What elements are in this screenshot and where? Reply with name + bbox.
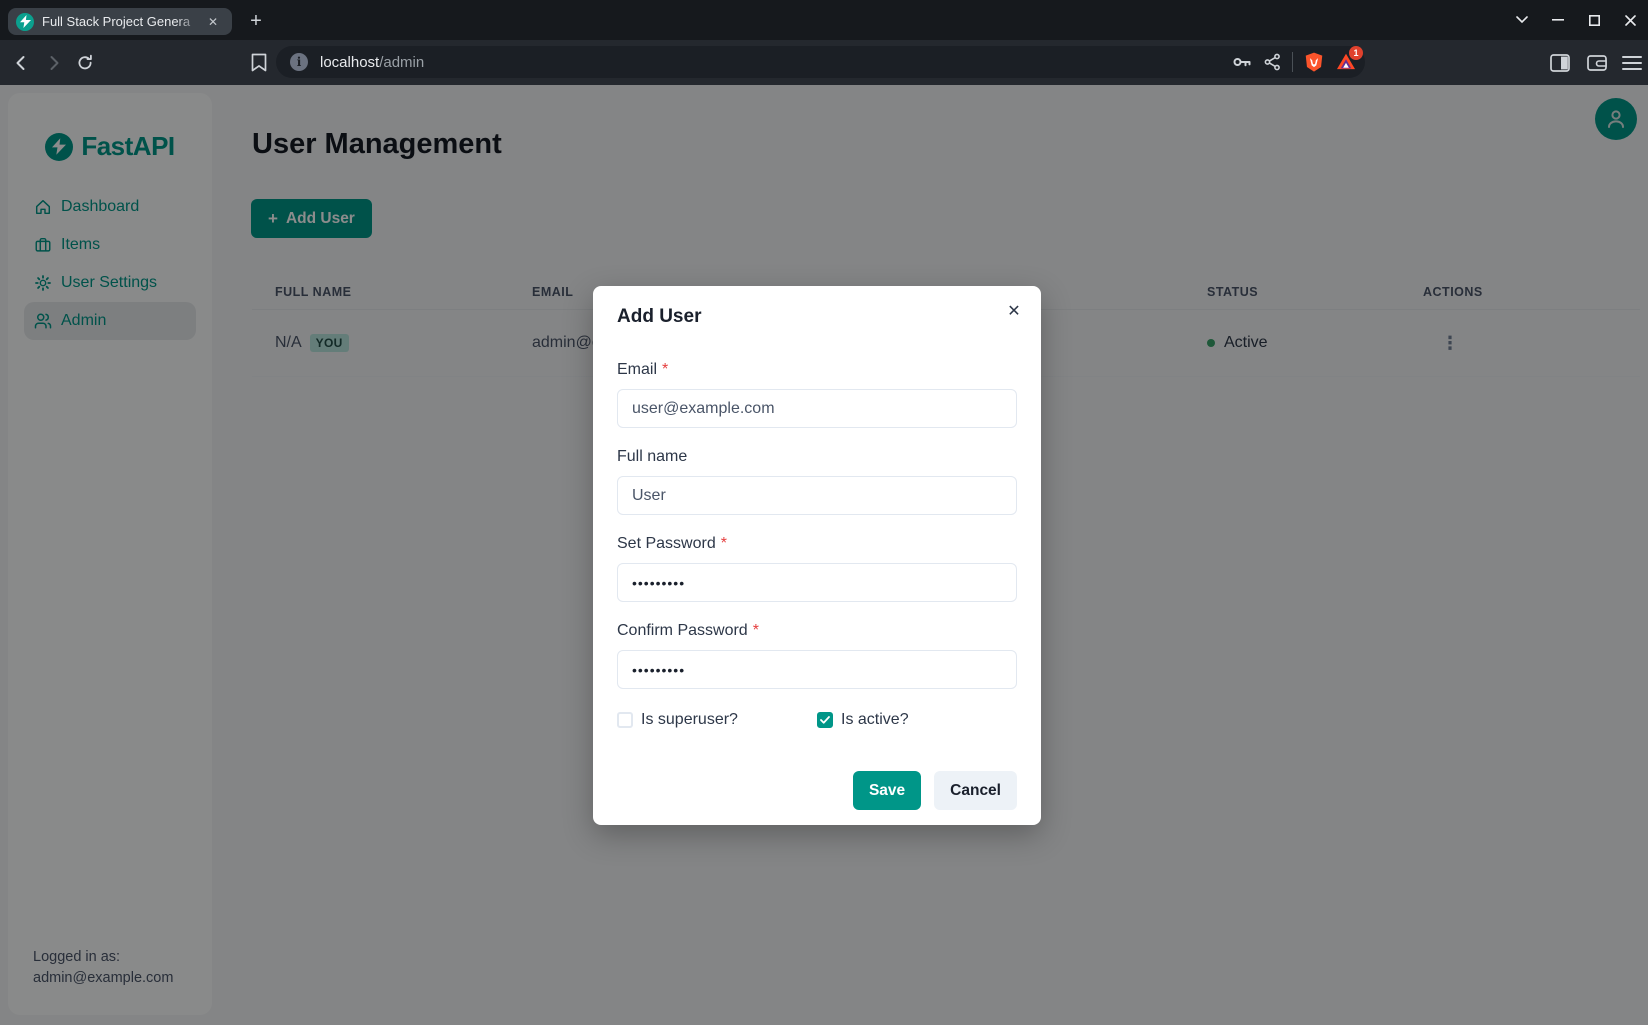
required-asterisk: * (753, 622, 759, 639)
address-bar[interactable]: i localhost/admin 1 (276, 46, 1365, 78)
brave-shields-icon[interactable] (1303, 51, 1325, 73)
url-text: localhost/admin (320, 54, 424, 71)
bookmarks-icon[interactable] (243, 40, 275, 85)
add-user-modal: Add User ✕ Email* Full name Set Password… (593, 286, 1041, 825)
page-viewport: FastAPI Dashboard Items (0, 85, 1648, 1025)
reload-button[interactable] (69, 40, 101, 85)
save-button[interactable]: Save (853, 771, 921, 810)
browser-window: Full Stack Project Genera ✕ + (0, 0, 1648, 1025)
add-user-form: Email* Full name Set Password* Confirm P… (617, 361, 1017, 810)
required-asterisk: * (721, 535, 727, 552)
new-tab-button[interactable]: + (242, 8, 270, 35)
close-window-button[interactable] (1612, 0, 1648, 40)
browser-tab[interactable]: Full Stack Project Genera ✕ (8, 8, 232, 35)
back-button[interactable] (5, 40, 37, 85)
modal-title: Add User (617, 306, 1017, 328)
full-name-label: Full name (617, 448, 687, 465)
full-name-field[interactable] (617, 476, 1017, 515)
rewards-badge: 1 (1349, 46, 1363, 60)
forward-button[interactable] (38, 40, 70, 85)
tab-close-icon[interactable]: ✕ (204, 13, 222, 31)
checkbox-row: Is superuser? Is active? (617, 711, 1017, 729)
confirm-password-label: Confirm Password* (617, 622, 759, 639)
minimize-button[interactable] (1540, 0, 1576, 40)
close-icon[interactable]: ✕ (1001, 298, 1027, 324)
share-icon[interactable] (1263, 52, 1282, 72)
tab-title: Full Stack Project Genera (42, 14, 202, 29)
checkbox-checked-icon (817, 712, 833, 728)
required-asterisk: * (662, 361, 668, 378)
tab-bar: Full Stack Project Genera ✕ + (0, 0, 1648, 40)
modal-footer: Save Cancel (617, 771, 1017, 810)
key-icon[interactable] (1232, 52, 1253, 72)
cancel-button[interactable]: Cancel (934, 771, 1017, 810)
is-superuser-checkbox[interactable]: Is superuser? (617, 711, 817, 729)
site-info-icon[interactable]: i (290, 53, 308, 71)
favicon-icon (16, 13, 34, 31)
maximize-button[interactable] (1576, 0, 1612, 40)
browser-toolbar: i localhost/admin 1 (0, 40, 1648, 85)
email-label: Email* (617, 361, 668, 378)
email-field[interactable] (617, 389, 1017, 428)
wallet-icon[interactable] (1581, 40, 1613, 85)
set-password-label: Set Password* (617, 535, 727, 552)
brave-rewards-icon[interactable]: 1 (1335, 51, 1357, 73)
is-active-checkbox[interactable]: Is active? (817, 711, 1017, 729)
confirm-password-field[interactable] (617, 650, 1017, 689)
set-password-field[interactable] (617, 563, 1017, 602)
checkbox-unchecked-icon (617, 712, 633, 728)
menu-icon[interactable] (1616, 40, 1648, 85)
tab-search-chevron-icon[interactable] (1504, 0, 1540, 40)
toolbar-divider (1292, 52, 1293, 72)
sidebar-toggle-icon[interactable] (1544, 40, 1576, 85)
